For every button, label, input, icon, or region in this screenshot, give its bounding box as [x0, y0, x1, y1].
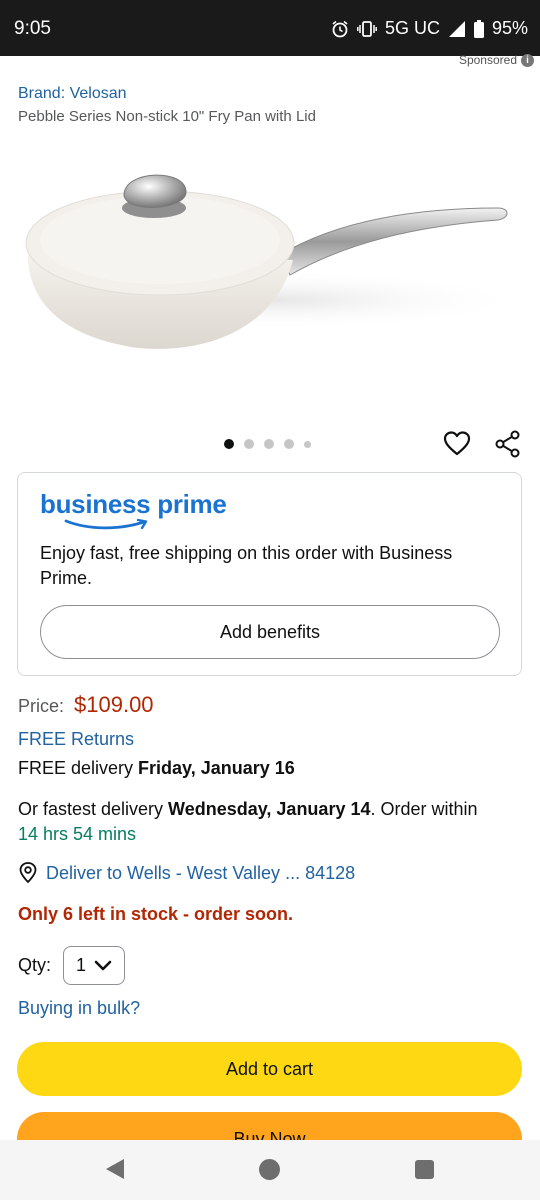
brand-link[interactable]: Brand: Velosan [18, 85, 127, 103]
price-label: Price: [18, 696, 65, 716]
order-countdown: 14 hrs 54 mins [18, 824, 137, 844]
prime-message: Enjoy fast, free shipping on this order … [40, 543, 453, 588]
business-prime-card: business prime Enjoy fast, free shipping… [17, 472, 522, 676]
status-bar: 9:05 5G UC 95% [0, 0, 540, 56]
deliver-to-text: Deliver to Wells - West Valley ... 84128 [46, 862, 356, 883]
recent-apps-icon[interactable] [415, 1160, 434, 1179]
sponsored-text: Sponsored [458, 53, 517, 67]
product-image[interactable] [18, 150, 528, 410]
business-prime-logo: business prime [40, 489, 227, 530]
image-carousel-dots[interactable] [224, 439, 311, 449]
bulk-buying-link[interactable]: Buying in bulk? [18, 998, 140, 1019]
quantity-select[interactable]: 1 [63, 946, 126, 985]
deliver-to-link[interactable]: Deliver to Wells - West Valley ... 84128 [18, 862, 355, 884]
buy-now-button[interactable]: Buy Now [17, 1112, 522, 1140]
location-pin-icon [19, 862, 37, 884]
battery-percent: 95% [491, 18, 528, 38]
network-type: 5G UC [384, 18, 440, 38]
free-returns-link[interactable]: FREE Returns [18, 729, 134, 750]
fastest-delivery-text: Or fastest delivery Wednesday, January 1… [18, 799, 478, 844]
product-title: Pebble Series Non-stick 10" Fry Pan with… [18, 108, 316, 125]
carousel-dot[interactable] [284, 439, 294, 449]
quantity-value: 1 [76, 955, 87, 975]
home-icon[interactable] [259, 1159, 280, 1180]
buy-now-clip: Buy Now [17, 1112, 522, 1140]
sponsored-label[interactable]: Sponsored i [459, 53, 534, 67]
carousel-dot[interactable] [224, 439, 234, 449]
vibrate-icon [357, 20, 377, 37]
quantity-row: Qty: 1 [18, 946, 126, 985]
signal-icon [448, 20, 465, 37]
system-nav-bar [0, 1140, 540, 1200]
alarm-icon [332, 20, 348, 37]
fastest-delivery-date: Wednesday, January 14 [168, 799, 371, 819]
add-benefits-button[interactable]: Add benefits [40, 605, 500, 659]
price-value: $109.00 [74, 692, 154, 717]
status-icons: 5G UC 95% [331, 18, 528, 39]
qty-label: Qty: [18, 955, 52, 975]
carousel-dot[interactable] [264, 439, 274, 449]
battery-icon [473, 19, 484, 38]
share-icon[interactable] [494, 430, 522, 458]
price-row: Price: $109.00 [18, 692, 154, 718]
info-icon[interactable]: i [521, 53, 534, 67]
carousel-dot[interactable] [304, 440, 311, 448]
free-delivery-text: FREE delivery Friday, January 16 [18, 758, 295, 778]
add-to-cart-button[interactable]: Add to cart [17, 1042, 522, 1096]
chevron-down-icon [94, 960, 112, 970]
status-time: 9:05 [14, 18, 51, 39]
heart-icon[interactable] [443, 430, 471, 458]
carousel-dot[interactable] [244, 439, 254, 449]
back-icon[interactable] [104, 1158, 126, 1180]
free-delivery-date: Friday, January 16 [138, 758, 295, 778]
stock-warning: Only 6 left in stock - order soon. [18, 904, 294, 924]
